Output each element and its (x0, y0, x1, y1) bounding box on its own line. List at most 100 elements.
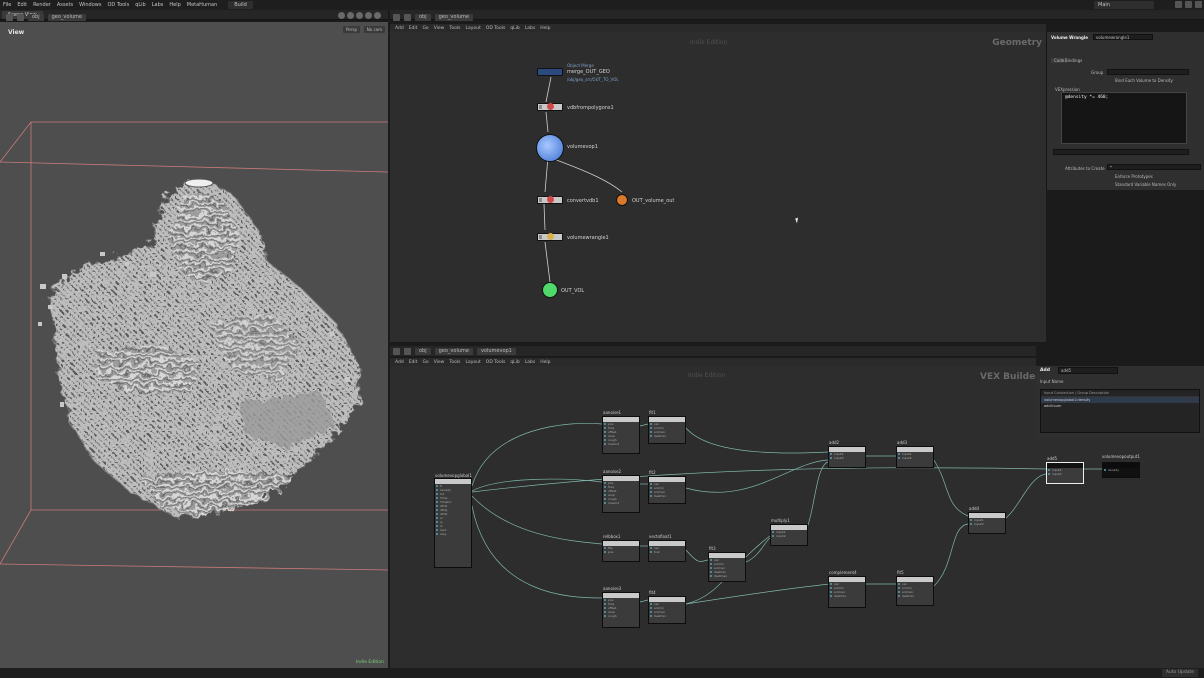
window-controls (1175, 1, 1202, 8)
vnode-body[interactable]: val srcmin srcmax destmin (648, 416, 686, 444)
scene-viewport[interactable]: View Persp No cam Indie Edition (0, 22, 388, 668)
vnode-body[interactable]: val srcmin srcmax destmin (648, 476, 686, 504)
forward-arrow-icon[interactable] (17, 13, 24, 21)
parameter-pane: Volume Wrangle volumewrangle1 Code Bindi… (1046, 32, 1204, 190)
parm-attrs-field[interactable] (1107, 164, 1201, 170)
menu-metahuman[interactable]: MetaHuman (184, 2, 220, 8)
vnode-body[interactable]: pos freq offset amp rough maxoct (602, 416, 640, 454)
link-icon[interactable] (347, 12, 354, 19)
vex-menu-odtools[interactable]: OD Tools (486, 360, 506, 365)
vnode-body[interactable]: pos freq offset amp rough maxoct (602, 475, 640, 513)
vex-menu-qlib[interactable]: qLib (510, 360, 519, 365)
net-menu-odtools[interactable]: OD Tools (486, 26, 506, 31)
tab-bindings[interactable]: Bindings (1065, 58, 1082, 63)
vnode-body[interactable]: input1 input2 (968, 512, 1006, 534)
menu-help[interactable]: Help (166, 2, 183, 8)
path-segment-obj[interactable]: obj (415, 13, 431, 21)
node-label: OUT_volume_out (632, 198, 675, 204)
back-arrow-icon[interactable] (393, 347, 400, 355)
parm-standard-checkbox[interactable]: Standard Variable Names Only (1115, 182, 1176, 187)
vnode-body[interactable]: input1 input2 (770, 524, 808, 546)
layout-icon[interactable] (365, 12, 372, 19)
vnode-body[interactable]: Pdensity Cd Time TimeInc dPdx dPdy dPdz ix iy iz r… (434, 478, 472, 568)
shelf-selector[interactable]: Main (1094, 1, 1154, 9)
vex-menu-layout[interactable]: Layout (465, 360, 480, 365)
vnode-body[interactable]: density (1102, 462, 1140, 478)
vnode-body[interactable]: val srcmin srcmax destmin (896, 576, 934, 606)
maximize-icon[interactable] (374, 12, 381, 19)
path-segment-obj[interactable]: obj (28, 13, 44, 21)
menu-render[interactable]: Render (30, 2, 54, 8)
vnode-body[interactable]: pos freq offset amp rough (602, 592, 640, 628)
menu-file[interactable]: File (0, 2, 14, 8)
net-menu-help[interactable]: Help (540, 26, 550, 31)
vnode-body[interactable]: input1 input2 (828, 446, 866, 468)
main-menubar: File Edit Render Assets Windows OD Tools… (0, 0, 1204, 10)
net-menu-tools[interactable]: Tools (449, 26, 460, 31)
help-icon[interactable] (1195, 1, 1202, 8)
vnode-body[interactable]: val srcmin srcmax destmin (648, 596, 686, 624)
back-arrow-icon[interactable] (6, 13, 13, 21)
parm-bind-label[interactable]: Bind Each Volume to Density (1115, 78, 1173, 83)
node-label: OUT_VOL (561, 288, 585, 294)
parm-group-field[interactable] (1107, 69, 1189, 75)
back-arrow-icon[interactable] (393, 13, 400, 21)
menu-labs[interactable]: Labs (149, 2, 167, 8)
vex-menu-add[interactable]: Add (395, 360, 404, 365)
vex-pathbar: obj geo_volume volumevop1 (390, 346, 1036, 356)
volumevop-icon[interactable] (536, 134, 564, 162)
vexparm-list-item[interactable]: add4:sum (1041, 403, 1199, 409)
net-menu-go[interactable]: Go (422, 26, 428, 31)
menu-windows[interactable]: Windows (76, 2, 104, 8)
net-menu-edit[interactable]: Edit (409, 26, 418, 31)
menu-edit[interactable]: Edit (14, 2, 30, 8)
forward-arrow-icon[interactable] (404, 13, 411, 21)
vexparm-list-header: Input Connection / Group Description (1041, 390, 1199, 397)
search-icon[interactable] (1175, 1, 1182, 8)
vexparm-node-name[interactable]: add5 (1058, 367, 1118, 374)
vex-menu-labs[interactable]: Labs (525, 360, 535, 365)
node-body[interactable] (537, 68, 563, 76)
node-label: merge_OUT_GEO (567, 69, 610, 75)
null-output-icon[interactable] (542, 282, 558, 298)
path-segment-obj[interactable]: obj (415, 347, 431, 355)
menu-qlib[interactable]: qLib (132, 2, 149, 8)
vexpression-slider[interactable] (1053, 149, 1189, 155)
auto-update-button[interactable]: Auto Update (1161, 669, 1198, 677)
network-pathbar: obj geo_volume (390, 12, 1046, 22)
vexpression-editor[interactable]: @density *= 460; (1061, 92, 1187, 144)
vnode-body[interactable]: input1 input2 (896, 446, 934, 468)
vnode-body[interactable]: input1 input2 (1046, 462, 1084, 484)
sop-network-pane[interactable]: Geometry Indie Edition Object Merge merg… (390, 32, 1046, 342)
node-label: volumewrangle1 (567, 235, 609, 241)
path-segment-vop[interactable]: volumevop1 (476, 347, 516, 355)
net-menu-view[interactable]: View (434, 26, 445, 31)
vex-menu-help[interactable]: Help (540, 360, 550, 365)
vex-menu-edit[interactable]: Edit (409, 360, 418, 365)
path-segment-geo[interactable]: geo_volume (434, 347, 473, 355)
pin-icon[interactable] (338, 12, 345, 19)
vexparm-input-list[interactable]: Input Connection / Group Description vol… (1040, 389, 1200, 433)
vex-menu-view[interactable]: View (434, 360, 445, 365)
vex-menu-go[interactable]: Go (422, 360, 428, 365)
gear-icon[interactable] (1185, 1, 1192, 8)
vnode-body[interactable]: val srcmin srcmax destmin destmax (708, 552, 746, 582)
parm-enforce-checkbox[interactable]: Enforce Prototypes (1115, 174, 1153, 179)
net-menu-qlib[interactable]: qLib (510, 26, 519, 31)
display-options-icon[interactable] (356, 12, 363, 19)
vnode-body[interactable]: file pos (602, 540, 640, 562)
path-segment-geo[interactable]: geo_volume (434, 13, 473, 21)
vnode-body[interactable]: vec fval (648, 540, 686, 562)
net-menu-labs[interactable]: Labs (525, 26, 535, 31)
menu-odtools[interactable]: OD Tools (104, 2, 132, 8)
net-menu-layout[interactable]: Layout (465, 26, 480, 31)
vex-menu-tools[interactable]: Tools (449, 360, 460, 365)
net-menu-add[interactable]: Add (395, 26, 404, 31)
parm-node-name: volumewrangle1 (1096, 35, 1130, 40)
path-segment-geo[interactable]: geo_volume (47, 13, 86, 21)
vnode-body[interactable]: val srcmin srcmax destmin (828, 576, 866, 608)
desktop-selector[interactable]: Build (228, 1, 253, 9)
forward-arrow-icon[interactable] (404, 347, 411, 355)
menu-assets[interactable]: Assets (54, 2, 76, 8)
null-output-icon[interactable] (616, 194, 628, 206)
